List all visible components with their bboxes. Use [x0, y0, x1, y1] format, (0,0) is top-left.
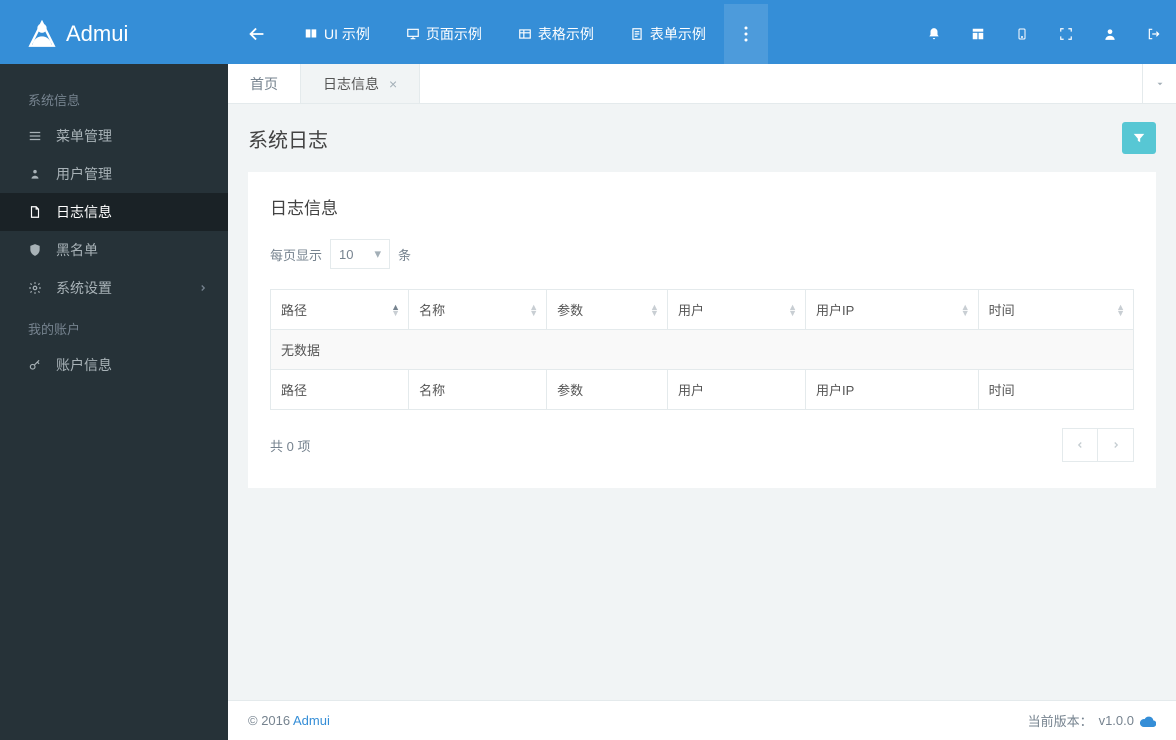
cloud-icon[interactable] — [1140, 715, 1156, 727]
tab-dropdown-button[interactable] — [1142, 64, 1176, 103]
tab-home[interactable]: 首页 — [228, 64, 301, 103]
footer-version-label: 当前版本： — [1028, 711, 1093, 730]
gear-icon — [28, 281, 42, 295]
empty-row: 无数据 — [271, 330, 1134, 370]
list-icon — [28, 129, 42, 143]
sidebar-group-account: 我的账户 — [0, 307, 228, 346]
sidebar-item-user-mgmt[interactable]: 用户管理 — [0, 155, 228, 193]
table-icon — [518, 27, 532, 41]
nav-item-page-example[interactable]: 页面示例 — [388, 4, 500, 64]
col-time[interactable]: 时间▲▼ — [978, 290, 1133, 330]
nav-more-button[interactable] — [724, 4, 768, 64]
panel-title: 日志信息 — [270, 194, 1134, 219]
nav-item-table-example[interactable]: 表格示例 — [500, 4, 612, 64]
foot-user-ip: 用户IP — [806, 370, 979, 410]
fullscreen-button[interactable] — [1044, 4, 1088, 64]
sidebar-item-account-info[interactable]: 账户信息 — [0, 346, 228, 384]
filter-button[interactable] — [1122, 122, 1156, 154]
page-length-suffix: 条 — [398, 245, 411, 264]
log-panel: 日志信息 每页显示 10 ▾ 条 路径▲▼ 名称▲▼ 参数▲▼ — [248, 172, 1156, 488]
brand-logo[interactable]: Admui — [0, 4, 228, 64]
sidebar-item-menu-mgmt[interactable]: 菜单管理 — [0, 117, 228, 155]
pagination — [1062, 428, 1134, 462]
foot-params: 参数 — [547, 370, 668, 410]
col-params[interactable]: 参数▲▼ — [547, 290, 668, 330]
top-nav: UI 示例 页面示例 表格示例 表单示例 — [286, 4, 768, 64]
back-button[interactable] — [228, 4, 286, 64]
chevron-right-icon — [198, 283, 208, 293]
col-user[interactable]: 用户▲▼ — [667, 290, 805, 330]
key-icon — [28, 358, 42, 372]
log-table: 路径▲▼ 名称▲▼ 参数▲▼ 用户▲▼ 用户IP▲▼ 时间▲▼ 无数据 — [270, 289, 1134, 410]
sidebar-item-settings[interactable]: 系统设置 — [0, 269, 228, 307]
sidebar-group-system: 系统信息 — [0, 78, 228, 117]
mobile-button[interactable] — [1000, 4, 1044, 64]
tab-bar: 首页 日志信息 × — [228, 64, 1176, 104]
foot-time: 时间 — [978, 370, 1133, 410]
shield-icon — [28, 243, 42, 257]
logo-icon — [28, 20, 56, 48]
topbar: Admui UI 示例 页面示例 表格示例 表单示例 — [0, 4, 1176, 64]
brand-text: Admui — [66, 21, 128, 47]
form-icon — [630, 27, 644, 41]
book-icon — [304, 27, 318, 41]
monitor-icon — [406, 27, 420, 41]
file-icon — [28, 205, 42, 219]
tab-log-info[interactable]: 日志信息 × — [301, 64, 420, 103]
layout-button[interactable] — [956, 4, 1000, 64]
page-length-prefix: 每页显示 — [270, 245, 322, 264]
user-icon — [28, 167, 42, 181]
table-info: 共 0 项 — [270, 436, 310, 455]
user-button[interactable] — [1088, 4, 1132, 64]
logout-button[interactable] — [1132, 4, 1176, 64]
close-icon[interactable]: × — [389, 76, 397, 92]
footer: © 2016 Admui 当前版本： v1.0.0 — [228, 700, 1176, 740]
sidebar-item-log-info[interactable]: 日志信息 — [0, 193, 228, 231]
foot-name: 名称 — [409, 370, 547, 410]
notifications-button[interactable] — [912, 4, 956, 64]
foot-path: 路径 — [271, 370, 409, 410]
col-path[interactable]: 路径▲▼ — [271, 290, 409, 330]
col-user-ip[interactable]: 用户IP▲▼ — [806, 290, 979, 330]
sidebar-item-blacklist[interactable]: 黑名单 — [0, 231, 228, 269]
footer-brand-link[interactable]: Admui — [293, 713, 330, 728]
page-next-button[interactable] — [1098, 428, 1134, 462]
nav-item-ui-example[interactable]: UI 示例 — [286, 4, 388, 64]
col-name[interactable]: 名称▲▼ — [409, 290, 547, 330]
caret-down-icon: ▾ — [374, 246, 381, 262]
foot-user: 用户 — [667, 370, 805, 410]
nav-item-form-example[interactable]: 表单示例 — [612, 4, 724, 64]
page-length-select[interactable]: 10 ▾ — [330, 239, 390, 269]
sidebar: 系统信息 菜单管理 用户管理 日志信息 黑名单 系统设置 我的账户 账户信息 — [0, 64, 228, 740]
page-prev-button[interactable] — [1062, 428, 1098, 462]
footer-version: v1.0.0 — [1099, 713, 1134, 728]
page-title: 系统日志 — [248, 124, 328, 153]
footer-copyright: © 2016 Admui — [248, 713, 330, 728]
